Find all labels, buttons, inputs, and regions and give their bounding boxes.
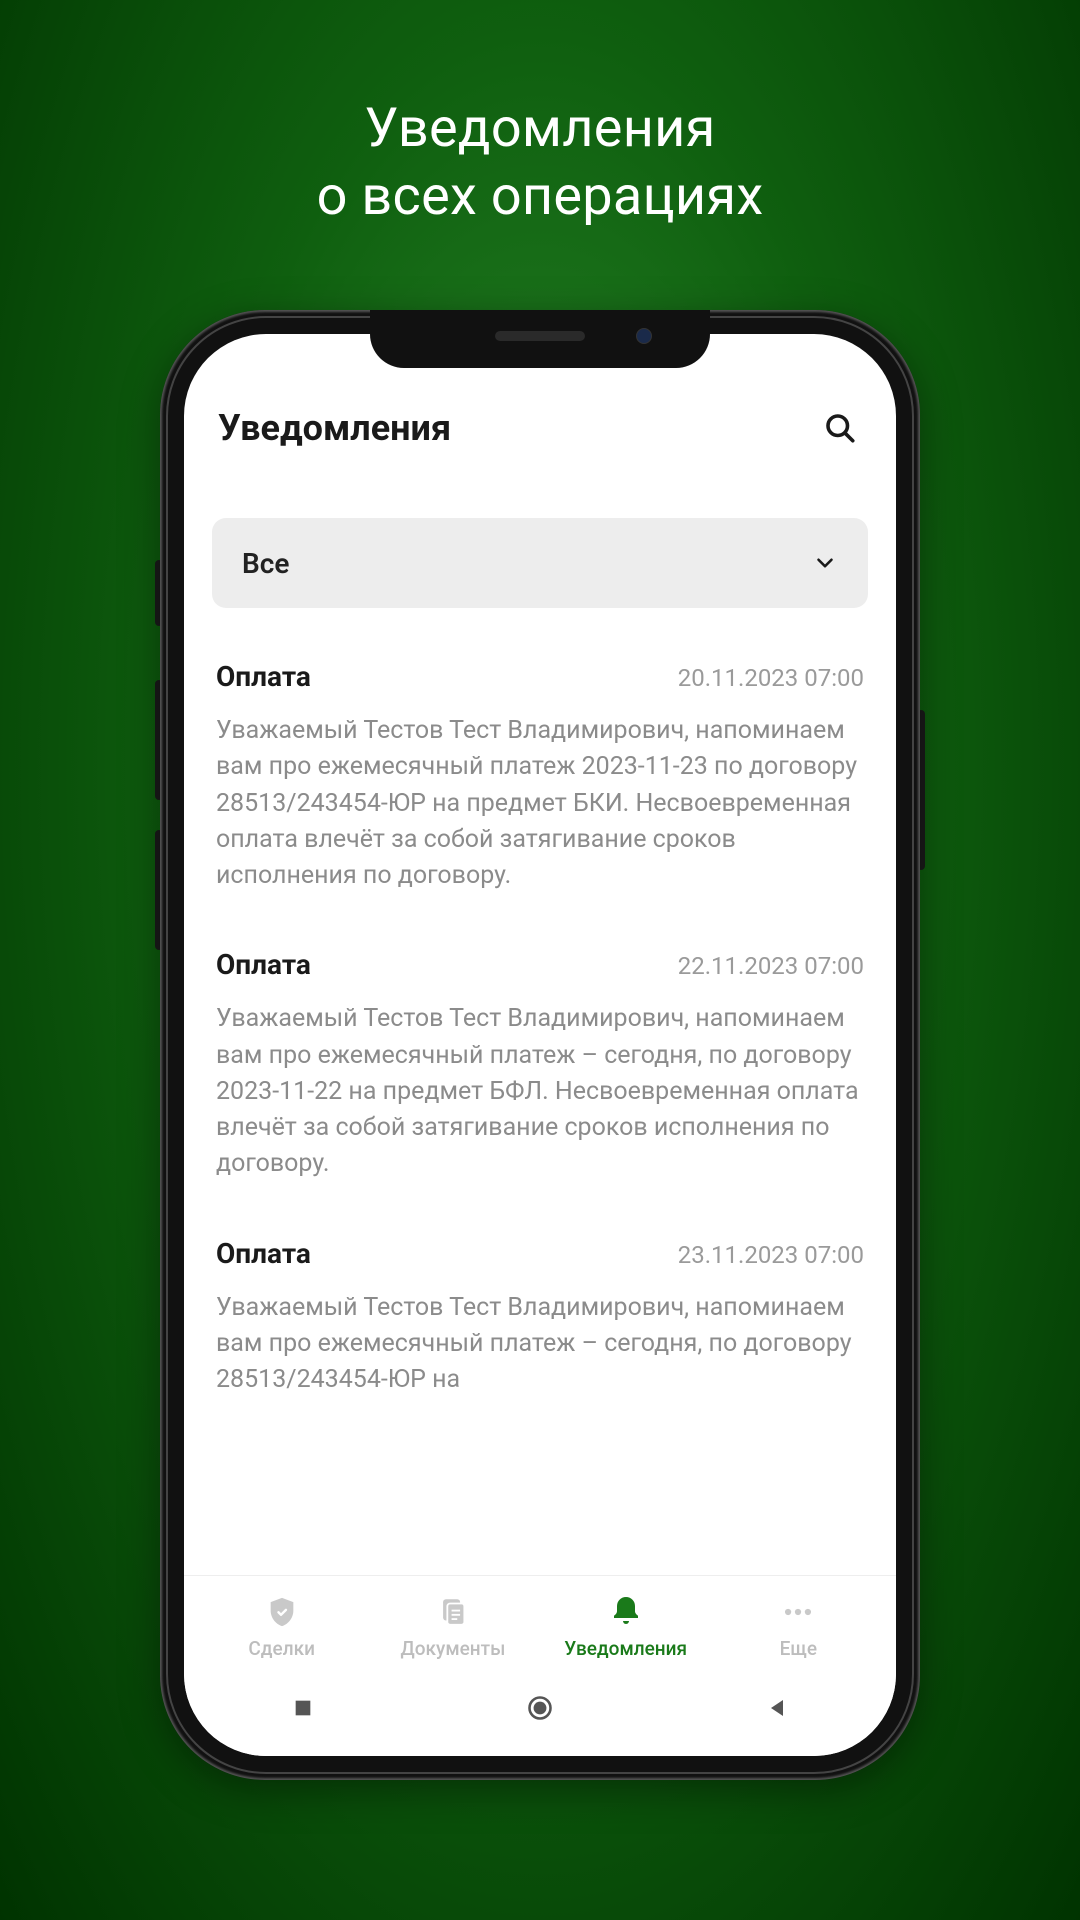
phone-screen: Уведомления Все Оплата 20.11.2023 07:00 … bbox=[184, 334, 896, 1756]
notification-title: Оплата bbox=[216, 948, 311, 981]
recent-apps-button[interactable] bbox=[283, 1688, 323, 1728]
documents-icon bbox=[435, 1594, 471, 1630]
promo-line2: о всех операциях bbox=[317, 163, 764, 231]
notification-item[interactable]: Оплата 22.11.2023 07:00 Уважаемый Тестов… bbox=[212, 924, 868, 1212]
back-button[interactable] bbox=[757, 1688, 797, 1728]
phone-notch bbox=[370, 310, 710, 368]
circle-icon bbox=[526, 1694, 554, 1722]
notification-list[interactable]: Оплата 20.11.2023 07:00 Уважаемый Тестов… bbox=[184, 608, 896, 1575]
notification-body: Уважаемый Тестов Тест Владимирович, напо… bbox=[216, 1001, 864, 1182]
notification-body: Уважаемый Тестов Тест Владимирович, напо… bbox=[216, 1290, 864, 1399]
nav-documents[interactable]: Документы bbox=[393, 1594, 513, 1660]
nav-label: Сделки bbox=[248, 1637, 315, 1660]
promo-heading: Уведомления о всех операциях bbox=[317, 95, 764, 230]
search-button[interactable] bbox=[818, 406, 862, 450]
home-button[interactable] bbox=[520, 1688, 560, 1728]
phone-mockup: Уведомления Все Оплата 20.11.2023 07:00 … bbox=[160, 310, 920, 1780]
search-icon bbox=[822, 410, 858, 446]
notification-date: 23.11.2023 07:00 bbox=[678, 1241, 864, 1269]
notification-date: 20.11.2023 07:00 bbox=[678, 664, 864, 692]
nav-deals[interactable]: Сделки bbox=[222, 1594, 342, 1660]
notification-date: 22.11.2023 07:00 bbox=[678, 952, 864, 980]
android-nav-bar bbox=[184, 1666, 896, 1756]
nav-label: Уведомления bbox=[564, 1637, 687, 1660]
chevron-down-icon bbox=[812, 550, 838, 576]
nav-notifications[interactable]: Уведомления bbox=[564, 1594, 687, 1660]
notification-body: Уважаемый Тестов Тест Владимирович, напо… bbox=[216, 713, 864, 894]
notification-title: Оплата bbox=[216, 1237, 311, 1270]
nav-label: Документы bbox=[401, 1637, 506, 1660]
bell-icon bbox=[608, 1594, 644, 1630]
filter-area: Все bbox=[184, 456, 896, 608]
notification-title: Оплата bbox=[216, 660, 311, 693]
filter-dropdown[interactable]: Все bbox=[212, 518, 868, 608]
bottom-nav: Сделки Документы Уведомления Еще bbox=[184, 1575, 896, 1666]
nav-label: Еще bbox=[780, 1637, 817, 1660]
more-icon bbox=[780, 1594, 816, 1630]
triangle-left-icon bbox=[765, 1696, 789, 1720]
page-title: Уведомления bbox=[218, 407, 451, 449]
notification-item[interactable]: Оплата 23.11.2023 07:00 Уважаемый Тестов… bbox=[212, 1213, 868, 1429]
shield-check-icon bbox=[264, 1594, 300, 1630]
promo-line1: Уведомления bbox=[317, 95, 764, 163]
square-icon bbox=[292, 1697, 314, 1719]
filter-selected-label: Все bbox=[242, 547, 289, 580]
nav-more[interactable]: Еще bbox=[738, 1594, 858, 1660]
notification-item[interactable]: Оплата 20.11.2023 07:00 Уважаемый Тестов… bbox=[212, 636, 868, 924]
